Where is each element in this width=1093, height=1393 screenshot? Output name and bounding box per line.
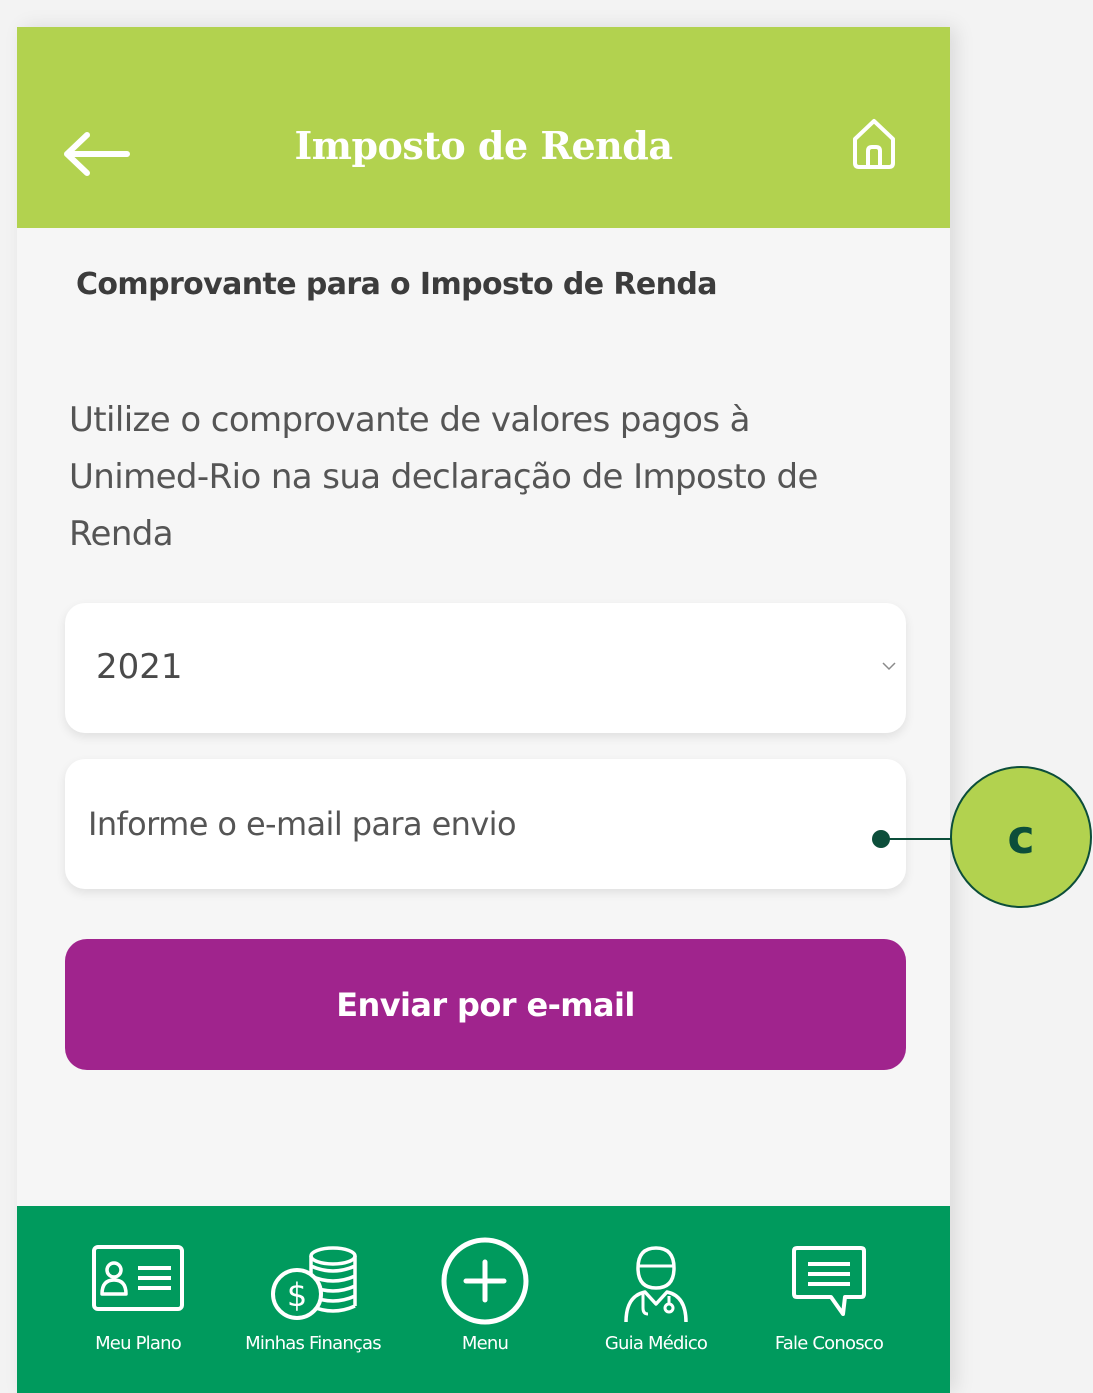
bottom-navigation: Meu Plano $ Minhas Finanças Menu Guia Mé… [17,1206,950,1393]
nav-item-guia-medico[interactable]: Guia Médico [603,1206,709,1393]
callout-marker: c [950,766,1092,908]
nav-label: Meu Plano [95,1333,182,1354]
section-title: Comprovante para o Imposto de Renda [76,267,717,302]
nav-item-menu[interactable]: Menu [437,1206,533,1393]
nav-label: Minhas Finanças [245,1333,381,1354]
nav-label: Guia Médico [604,1333,708,1354]
nav-item-meu-plano[interactable]: Meu Plano [89,1206,187,1393]
plus-circle-icon [441,1237,529,1325]
nav-label: Fale Conosco [774,1333,884,1354]
chat-bubble-icon [792,1246,866,1316]
chevron-down-icon [882,662,896,671]
year-select[interactable]: 2021 [65,603,906,733]
nav-item-minhas-financas[interactable]: $ Minhas Finanças [245,1206,382,1393]
callout-pointer-line [882,838,954,840]
id-card-icon [92,1245,184,1311]
app-screen: Imposto de Renda Comprovante para o Impo… [17,27,950,1393]
coins-icon: $ [271,1246,357,1320]
doctor-icon [624,1246,688,1323]
email-field[interactable] [65,759,906,889]
home-icon[interactable] [849,115,899,171]
nav-label: Menu [461,1333,509,1354]
nav-item-fale-conosco[interactable]: Fale Conosco [775,1206,884,1393]
header-bar: Imposto de Renda [17,27,950,228]
page-title: Imposto de Renda [294,123,673,168]
svg-text:$: $ [287,1276,307,1314]
description-text: Utilize o comprovante de valores pagos à… [69,400,818,554]
email-input[interactable] [88,789,848,859]
send-email-button[interactable]: Enviar por e-mail [65,939,906,1070]
year-select-value: 2021 [96,647,183,687]
